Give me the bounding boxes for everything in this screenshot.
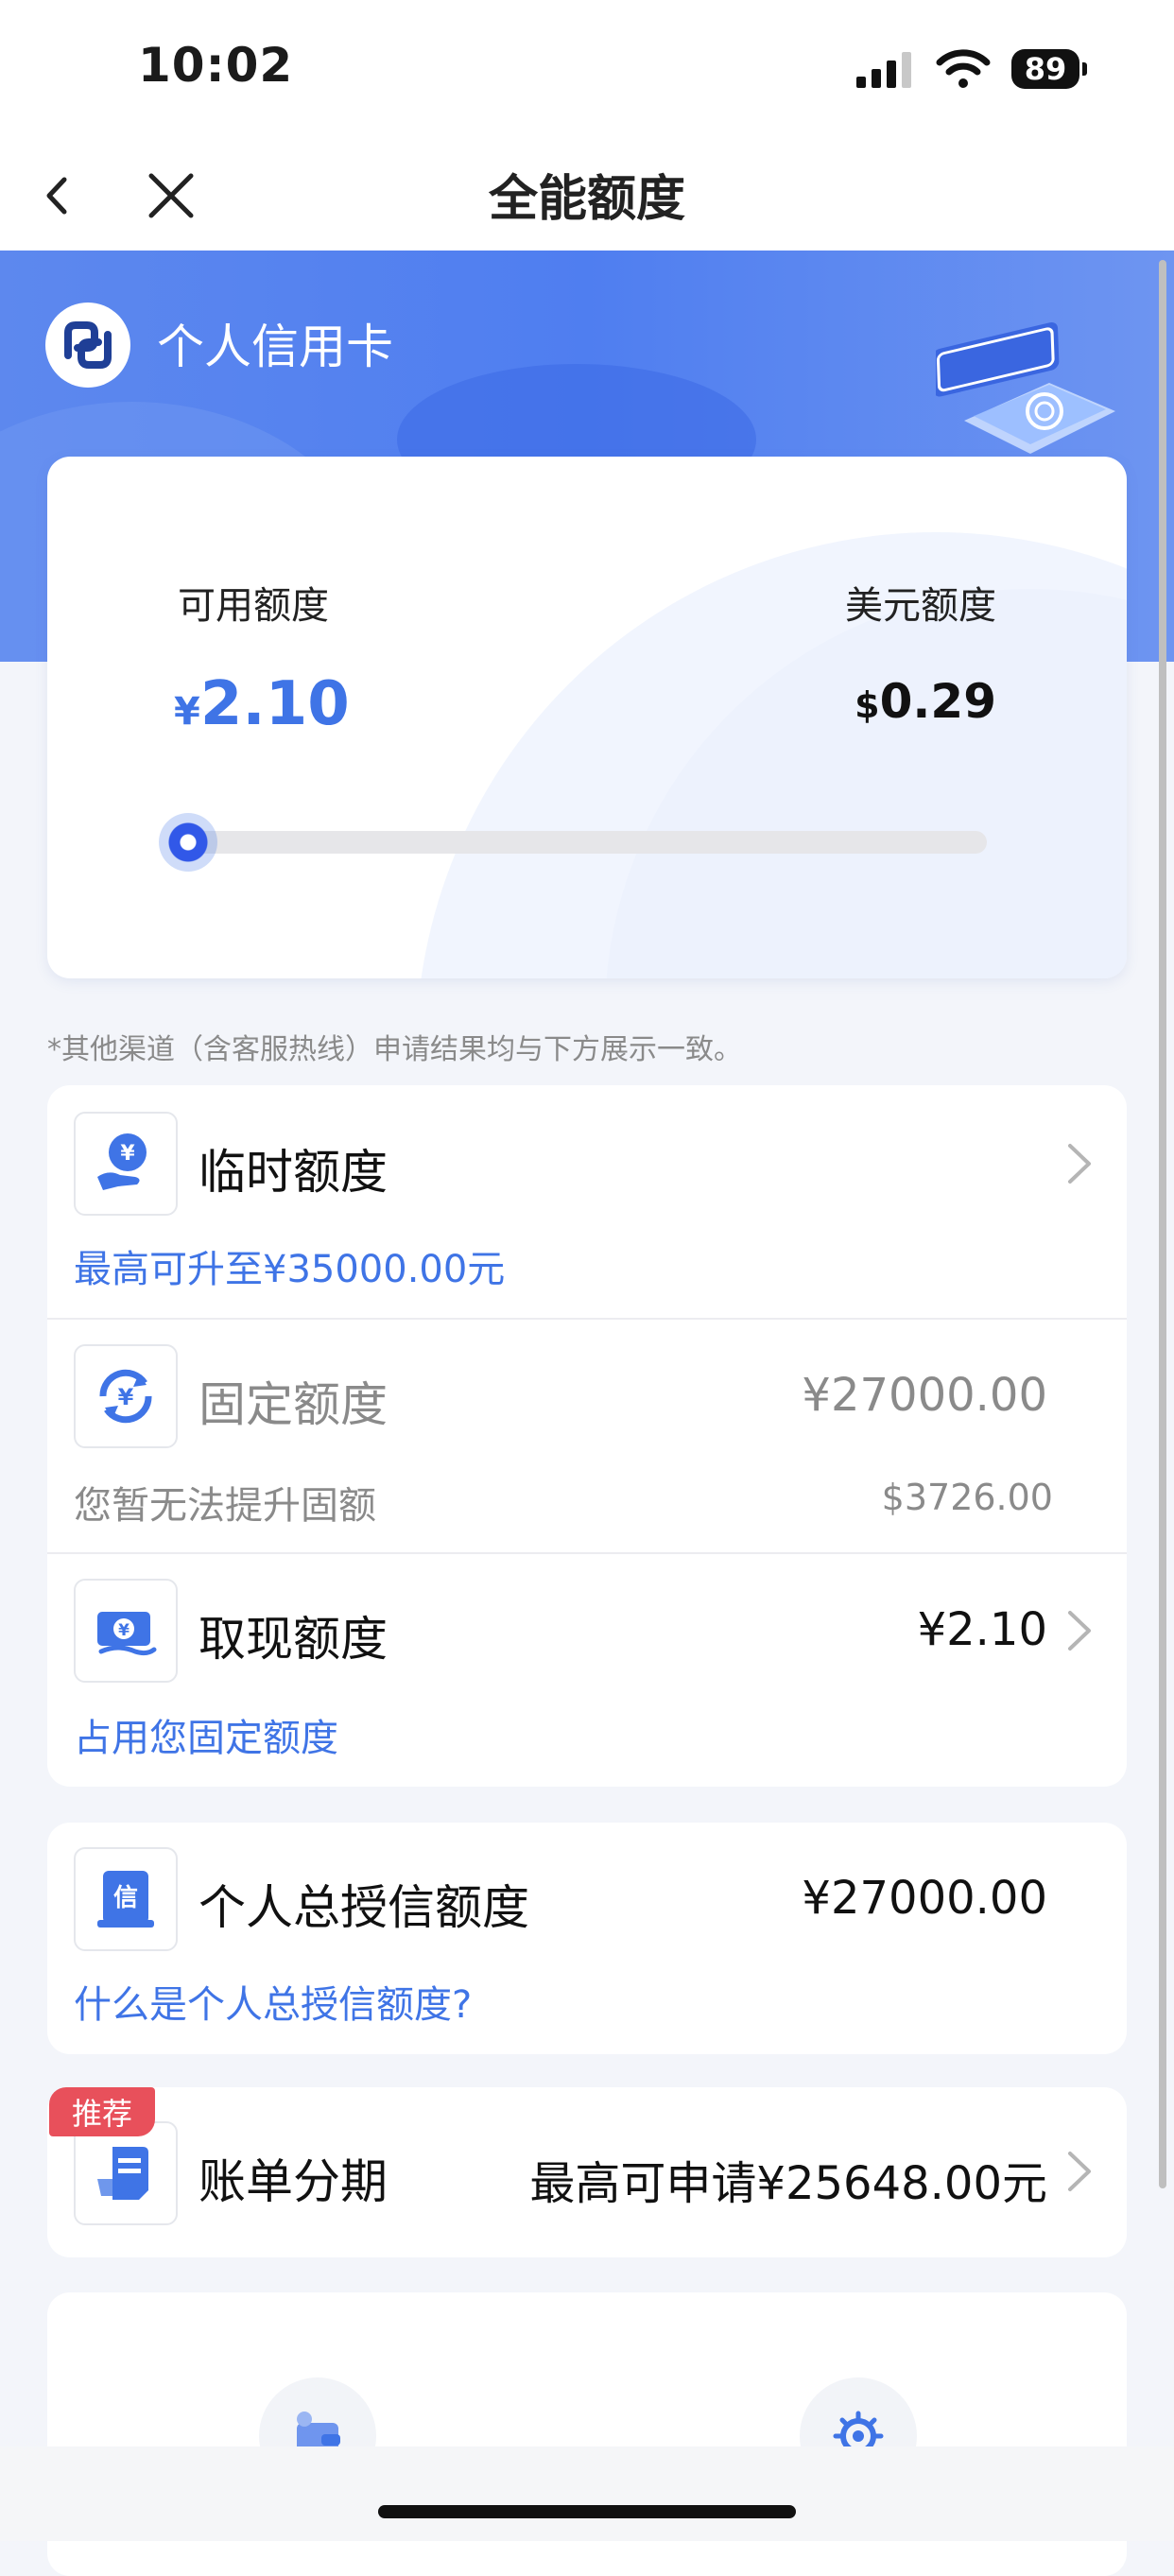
installment-row[interactable]: 账单分期 最高可申请¥25648.00元 xyxy=(47,2087,1127,2257)
temporary-limit-icon: ¥ xyxy=(74,1112,178,1216)
svg-text:¥: ¥ xyxy=(118,1621,129,1640)
usd-limit-label: 美元额度 xyxy=(845,584,996,628)
limit-list-panel: ¥ 临时额度 最高可升至¥35000.00元 ¥ 固定额度 ¥27000.00 … xyxy=(47,1085,1127,1787)
credit-document-icon: 信 xyxy=(74,1847,178,1951)
limit-progress-bar xyxy=(180,831,987,854)
signal-icon xyxy=(856,52,911,88)
fixed-limit-subtitle: 您暂无法提升固额 xyxy=(74,1484,376,1528)
temporary-limit-title: 临时额度 xyxy=(199,1145,388,1200)
currency-symbol: ¥ xyxy=(174,690,200,734)
page-title: 全能额度 xyxy=(488,171,685,228)
status-time: 10:02 xyxy=(138,38,294,93)
fixed-limit-usd-value: $3726.00 xyxy=(881,1477,1053,1518)
total-credit-help-link[interactable]: 什么是个人总授信额度? xyxy=(74,1974,472,2029)
bank-logo-icon xyxy=(45,303,130,388)
battery-level: 89 xyxy=(1011,49,1079,89)
recommend-badge: 推荐 xyxy=(49,2087,155,2136)
installment-value: 最高可申请¥25648.00元 xyxy=(529,2157,1047,2210)
svg-text:信: 信 xyxy=(113,1884,138,1912)
cash-limit-icon: ¥ xyxy=(74,1579,178,1683)
cash-limit-title: 取现额度 xyxy=(199,1612,388,1667)
chevron-right-icon[interactable] xyxy=(1062,1138,1096,1189)
usd-limit-amount: $0.29 xyxy=(855,674,996,729)
total-credit-panel: 信 个人总授信额度 ¥27000.00 什么是个人总授信额度? xyxy=(47,1823,1127,2054)
fixed-limit-value: ¥27000.00 xyxy=(802,1369,1047,1422)
fixed-limit-icon: ¥ xyxy=(74,1344,178,1448)
status-icons: 89 xyxy=(856,45,1087,93)
chevron-right-icon[interactable] xyxy=(1062,2146,1096,2197)
divider xyxy=(47,1552,1127,1554)
cash-limit-value: ¥2.10 xyxy=(917,1603,1047,1656)
available-limit-value: 2.10 xyxy=(199,669,350,739)
battery-indicator: 89 xyxy=(1011,49,1087,89)
installment-title: 账单分期 xyxy=(199,2154,388,2209)
cash-limit-subtitle: 占用您固定额度 xyxy=(74,1717,338,1760)
chevron-right-icon[interactable] xyxy=(1062,1605,1096,1656)
scrollbar[interactable] xyxy=(1159,260,1166,2188)
battery-tip xyxy=(1082,62,1087,76)
divider xyxy=(47,1318,1127,1320)
limit-progress-knob xyxy=(159,813,217,872)
fixed-limit-title: 固定额度 xyxy=(199,1377,388,1432)
home-indicator[interactable] xyxy=(378,2505,796,2518)
home-indicator-area xyxy=(0,2446,1174,2541)
available-limit-amount: ¥2.10 xyxy=(174,669,350,739)
svg-text:¥: ¥ xyxy=(120,1142,135,1166)
status-bar: 10:02 89 xyxy=(0,0,1174,142)
card-name: 个人信用卡 xyxy=(157,320,393,374)
installment-icon xyxy=(74,2121,178,2225)
anti-fraud-badge-icon[interactable] xyxy=(936,317,1125,458)
temporary-limit-subtitle: 最高可升至¥35000.00元 xyxy=(74,1248,506,1291)
total-credit-title: 个人总授信额度 xyxy=(199,1880,529,1935)
currency-symbol: $ xyxy=(855,684,880,726)
usd-limit-value: 0.29 xyxy=(879,674,996,729)
total-credit-value: ¥27000.00 xyxy=(802,1872,1047,1925)
notice-text: *其他渠道（含客服热线）申请结果均与下方展示一致。 xyxy=(47,1033,742,1066)
nav-bar: 全能额度 xyxy=(0,142,1174,251)
wifi-icon xyxy=(936,49,991,88)
available-limit-label: 可用额度 xyxy=(178,584,329,628)
limit-card: 可用额度 ¥2.10 美元额度 $0.29 xyxy=(47,457,1127,978)
svg-text:¥: ¥ xyxy=(118,1384,134,1410)
